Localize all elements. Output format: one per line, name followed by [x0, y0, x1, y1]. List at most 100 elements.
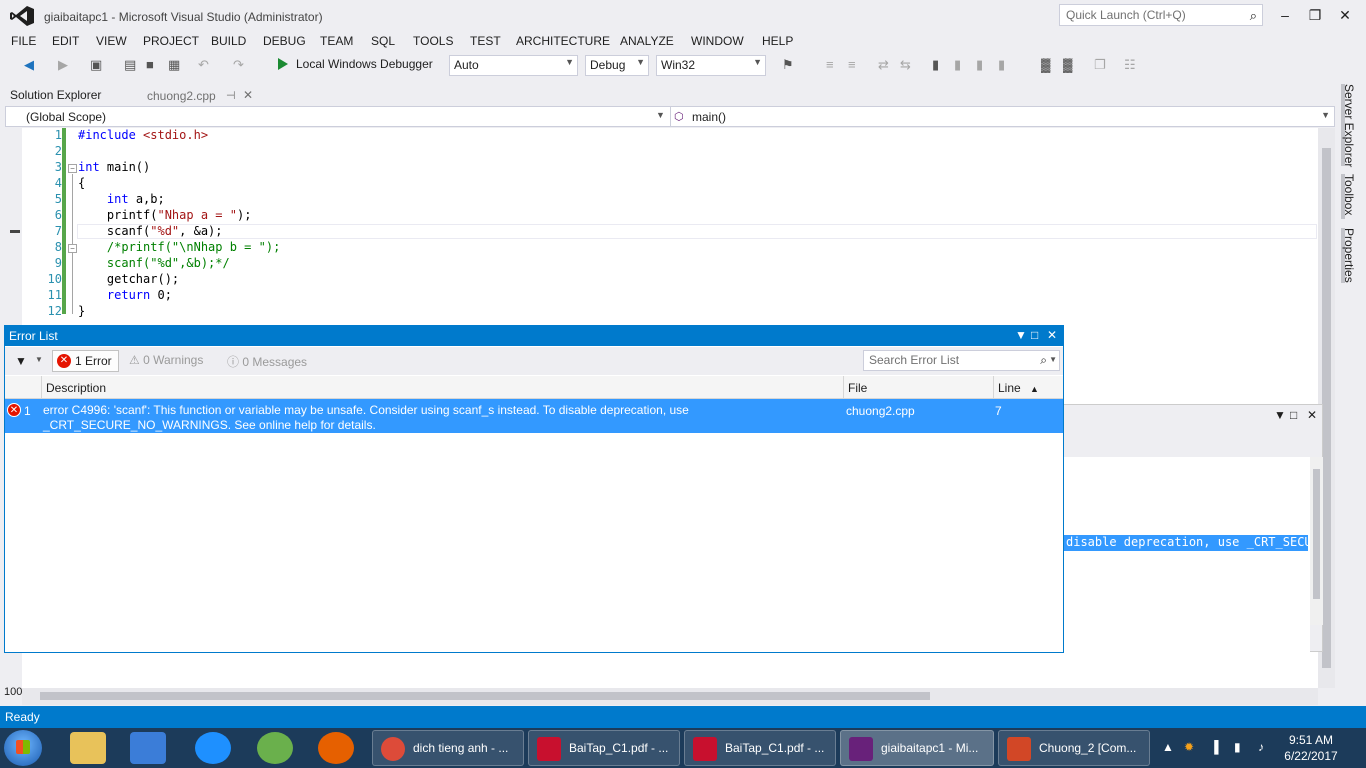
threads-icon[interactable]: ▓ — [1063, 57, 1072, 72]
chevron-down-icon[interactable]: ▼ — [1015, 328, 1027, 342]
menu-file[interactable]: FILE — [11, 34, 36, 48]
menu-test[interactable]: TEST — [470, 34, 501, 48]
clear-bookmarks-icon[interactable]: ▮ — [998, 57, 1005, 73]
column-description[interactable]: Description — [41, 376, 843, 399]
close-button[interactable]: ✕ — [1330, 4, 1360, 26]
comment-icon[interactable]: ⇄ — [878, 57, 889, 73]
chevron-down-icon[interactable]: ▼ — [1321, 110, 1330, 120]
solution-config-combo[interactable]: Auto ▼ — [449, 55, 578, 76]
close-icon[interactable]: ✕ — [1307, 408, 1317, 422]
copy-icon[interactable]: ❐ — [1094, 57, 1106, 73]
menu-build[interactable]: BUILD — [211, 34, 246, 48]
menu-analyze[interactable]: ANALYZE — [620, 34, 674, 48]
coc-coc-browser-icon[interactable] — [257, 732, 293, 764]
menu-edit[interactable]: EDIT — [52, 34, 79, 48]
pin-icon[interactable]: ⊣ — [226, 89, 236, 102]
chevron-down-icon[interactable]: ▼ — [656, 110, 665, 120]
file-explorer-icon[interactable] — [70, 732, 106, 764]
search-error-list-input[interactable]: Search Error List ⌕ ▼ — [863, 350, 1060, 371]
find-in-files-icon[interactable]: ⚑ — [782, 57, 794, 73]
uncomment-icon[interactable]: ⇆ — [900, 57, 911, 73]
editor-horizontal-scrollbar[interactable] — [22, 688, 1318, 705]
menu-tools[interactable]: TOOLS — [413, 34, 453, 48]
menu-team[interactable]: TEAM — [320, 34, 353, 48]
firefox-icon[interactable] — [318, 732, 354, 764]
indent-icon[interactable]: ≡ — [826, 57, 834, 72]
minimize-button[interactable]: – — [1270, 4, 1300, 26]
menu-architecture[interactable]: ARCHITECTURE — [516, 34, 610, 48]
menu-sql[interactable]: SQL — [371, 34, 395, 48]
quick-launch-input[interactable]: Quick Launch (Ctrl+Q) ⌕ — [1059, 4, 1263, 26]
navigate-forward-icon[interactable]: ▶ — [58, 57, 68, 73]
scope-dropdown[interactable]: (Global Scope) — [26, 110, 106, 124]
show-hidden-icons-icon[interactable]: ▲ — [1162, 740, 1174, 754]
output-body[interactable]: disable deprecation, use _CRT_SECURE_NO_… — [1064, 457, 1310, 653]
column-line[interactable]: Line ▲ — [993, 376, 1063, 399]
menu-help[interactable]: HELP — [762, 34, 793, 48]
build-config-combo[interactable]: Debug ▼ — [585, 55, 649, 76]
chevron-down-icon[interactable]: ▼ — [1274, 408, 1286, 422]
save-icon[interactable]: ■ — [146, 57, 154, 72]
outdent-icon[interactable]: ≡ — [848, 57, 856, 72]
close-tab-icon[interactable]: ✕ — [243, 88, 253, 102]
table-row[interactable]: ✕ 1 error C4996: 'scanf': This function … — [5, 399, 1063, 433]
solution-explorer-tab[interactable]: Solution Explorer — [10, 88, 101, 102]
redo-icon[interactable]: ↷ — [233, 57, 244, 73]
messages-filter-button[interactable]: ⓘ 0 Messages — [227, 353, 307, 370]
new-project-icon[interactable]: ▣ — [90, 57, 102, 73]
chevron-down-icon[interactable]: ▼ — [1049, 355, 1057, 364]
start-debugging-icon[interactable] — [278, 58, 288, 70]
menu-project[interactable]: PROJECT — [143, 34, 199, 48]
collapse-icon[interactable]: − — [68, 244, 77, 253]
taskbar-task-visual-studio[interactable]: giaibaitapc1 - Mi... — [840, 730, 994, 766]
tab-properties[interactable]: Properties — [1342, 228, 1356, 283]
windows-taskbar: dich tieng anh - ... BaiTap_C1.pdf - ...… — [0, 728, 1366, 768]
platform-combo[interactable]: Win32 ▼ — [656, 55, 766, 76]
tab-chuong2-cpp[interactable]: chuong2.cpp ⊣ ✕ — [138, 85, 259, 105]
battery-icon[interactable]: ▮ — [1234, 740, 1241, 754]
prev-bookmark-icon[interactable]: ▮ — [954, 57, 961, 73]
menu-debug[interactable]: DEBUG — [263, 34, 306, 48]
output-scrollbar[interactable] — [1310, 457, 1323, 625]
scroll-thumb[interactable] — [40, 692, 930, 700]
taskbar-task-pdf-2[interactable]: BaiTap_C1.pdf - ... — [684, 730, 836, 766]
layout-icon[interactable]: ☷ — [1124, 57, 1136, 73]
save-all-icon[interactable]: ▦ — [168, 57, 180, 73]
next-bookmark-icon[interactable]: ▮ — [976, 57, 983, 73]
zoom-level[interactable]: 100 — [4, 686, 22, 698]
column-file[interactable]: File — [843, 376, 993, 399]
volume-icon[interactable]: ♪ — [1258, 740, 1264, 754]
scroll-thumb[interactable] — [1322, 148, 1331, 668]
start-button[interactable] — [4, 730, 42, 766]
media-player-icon[interactable] — [130, 732, 166, 764]
warnings-filter-button[interactable]: ⚠ 0 Warnings — [129, 353, 203, 367]
maximize-icon[interactable]: □ — [1290, 408, 1297, 422]
scroll-thumb[interactable] — [1313, 469, 1320, 599]
taskbar-task-pdf-1[interactable]: BaiTap_C1.pdf - ... — [528, 730, 680, 766]
avast-icon[interactable]: ✹ — [1184, 740, 1194, 754]
collapse-icon[interactable]: − — [68, 164, 77, 173]
tab-toolbox[interactable]: Toolbox — [1342, 174, 1356, 215]
member-dropdown[interactable]: main() — [692, 110, 726, 124]
network-icon[interactable]: ▐ — [1210, 740, 1219, 754]
close-icon[interactable]: ✕ — [1047, 328, 1057, 342]
internet-explorer-icon[interactable] — [195, 732, 231, 764]
chevron-down-icon[interactable]: ▼ — [35, 355, 43, 364]
taskbar-task-chrome[interactable]: dich tieng anh - ... — [372, 730, 524, 766]
attach-icon[interactable]: ▓ — [1041, 57, 1050, 72]
restore-button[interactable]: ❐ — [1300, 4, 1330, 26]
menu-view[interactable]: VIEW — [96, 34, 127, 48]
debugger-button[interactable]: Local Windows Debugger — [296, 57, 433, 71]
task-label: Chuong_2 [Com... — [1039, 741, 1137, 755]
taskbar-task-powerpoint[interactable]: Chuong_2 [Com... — [998, 730, 1150, 766]
undo-icon[interactable]: ↶ — [198, 57, 209, 73]
errors-filter-button[interactable]: ✕ 1 Error — [52, 350, 119, 372]
bookmark-icon[interactable]: ▮ — [932, 57, 939, 73]
open-file-icon[interactable]: ▤ — [124, 57, 136, 73]
navigate-back-icon[interactable]: ◀ — [24, 57, 34, 73]
menu-window[interactable]: WINDOW — [691, 34, 744, 48]
taskbar-clock[interactable]: 9:51 AM 6/22/2017 — [1281, 732, 1341, 764]
tab-server-explorer[interactable]: Server Explorer — [1342, 84, 1356, 167]
maximize-icon[interactable]: □ — [1031, 328, 1038, 342]
filter-icon[interactable]: ▼ — [15, 354, 27, 368]
